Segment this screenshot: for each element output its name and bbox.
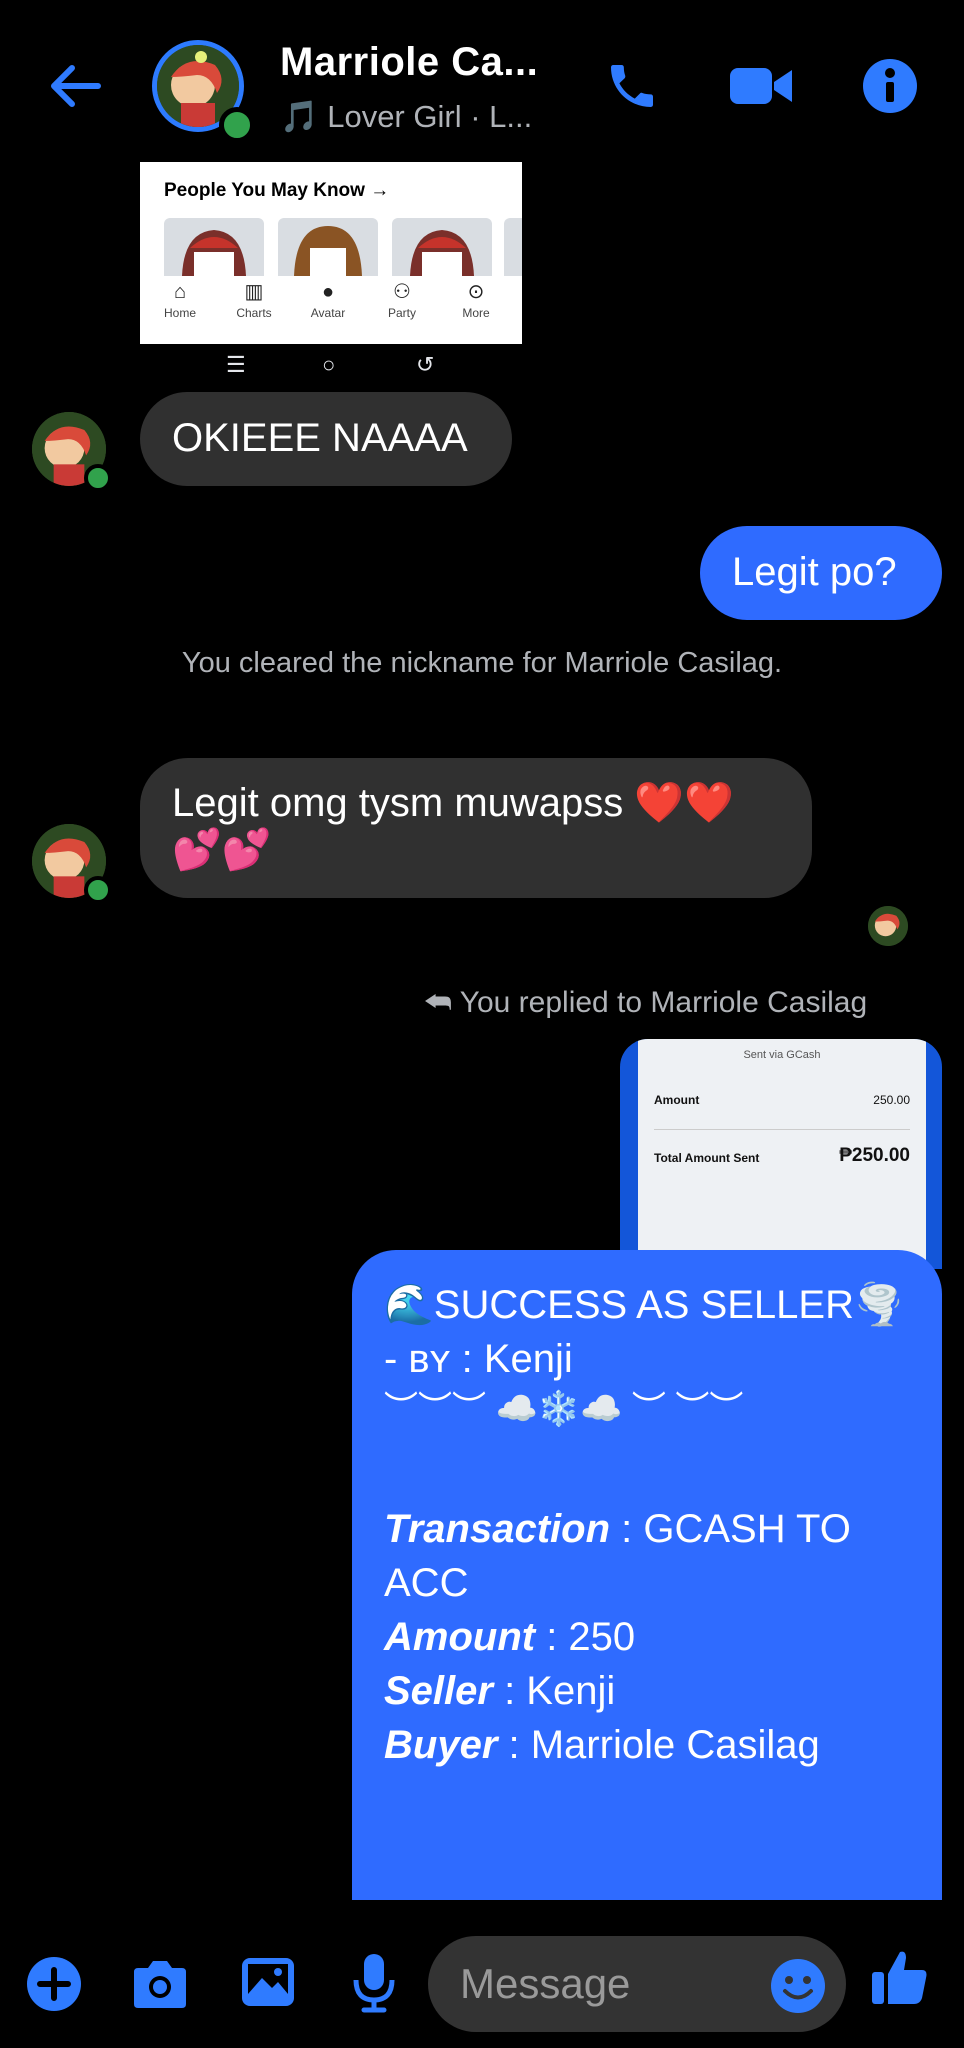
buyer-line: Buyer : Marriole Casilag bbox=[384, 1723, 820, 1767]
back-button[interactable] bbox=[46, 62, 104, 110]
receipt-total-value: ₱250.00 bbox=[839, 1145, 910, 1166]
avatar-icon: ● bbox=[321, 281, 335, 303]
receipt-total-label: Total Amount Sent bbox=[654, 1151, 760, 1165]
info-icon bbox=[863, 59, 917, 113]
charts-icon: ▥ bbox=[244, 281, 264, 303]
add-button[interactable] bbox=[26, 1956, 82, 2017]
camera-button[interactable] bbox=[130, 1958, 190, 2015]
plus-icon bbox=[27, 1957, 81, 2011]
image-icon bbox=[242, 1958, 294, 2006]
phone-icon bbox=[611, 65, 653, 107]
friend-avatar bbox=[392, 218, 492, 276]
shared-screenshot[interactable]: People You May Know → ⌂ Home ▥ Charts ● Ava… bbox=[140, 162, 522, 344]
party-icon: ⚇ bbox=[393, 281, 411, 303]
like-button[interactable] bbox=[870, 1946, 930, 2013]
seller-decoration: ︶︶︶ ☁️❄️☁️ ︶ ︶︶ bbox=[384, 1390, 744, 1428]
info-button[interactable] bbox=[862, 58, 918, 119]
video-call-button[interactable] bbox=[728, 62, 794, 115]
thumbs-up-icon bbox=[872, 1951, 927, 2004]
amount-line: Amount : 250 bbox=[384, 1615, 636, 1659]
microphone-icon bbox=[353, 1954, 395, 2013]
friend-avatar bbox=[278, 218, 378, 276]
gcash-receipt: Sent via GCash Amount 250.00 Total Amoun… bbox=[638, 1039, 926, 1269]
quoted-receipt-image[interactable]: Sent via GCash Amount 250.00 Total Amoun… bbox=[620, 1039, 942, 1269]
nav-charts[interactable]: ▥ Charts bbox=[224, 280, 284, 320]
message-bubble-outgoing[interactable]: Legit po? bbox=[700, 526, 942, 620]
receipt-amount-label: Amount bbox=[654, 1093, 700, 1107]
reply-indicator: ⮪ You replied to Marriole Casilag bbox=[424, 986, 868, 1019]
contact-status: 🎵 Lover Girl · L... bbox=[280, 99, 533, 134]
seller-headline: 🌊SUCCESS AS SELLER🌪️ bbox=[384, 1283, 904, 1327]
read-receipt-avatar bbox=[868, 906, 908, 946]
people-you-may-know-title: People You May Know → bbox=[164, 180, 390, 201]
nav-avatar[interactable]: ● Avatar bbox=[298, 280, 358, 320]
message-bubble-outgoing-seller[interactable]: 🌊SUCCESS AS SELLER🌪️ - ʙʏ : Kenji ︶︶︶ ☁️… bbox=[352, 1250, 942, 1900]
home-icon: ⌂ bbox=[173, 281, 187, 303]
voice-call-button[interactable] bbox=[604, 58, 660, 119]
nav-more[interactable]: ⊙ More bbox=[446, 280, 506, 320]
divider bbox=[654, 1129, 910, 1130]
home-circle-icon: ○ bbox=[322, 352, 336, 377]
arrow-left-icon bbox=[51, 65, 101, 107]
transaction-line: Transaction : GCASH TO ACC bbox=[384, 1507, 851, 1605]
emoji-button[interactable] bbox=[770, 1958, 826, 2019]
contact-name[interactable]: Marriole Ca... bbox=[280, 40, 538, 85]
seller-byline: - ʙʏ : Kenji bbox=[384, 1337, 573, 1381]
reply-arrow-icon: ⮪ bbox=[424, 986, 460, 1019]
friend-avatar bbox=[164, 218, 264, 276]
back-glyph-icon: ↺ bbox=[416, 352, 435, 377]
message-bubble-incoming[interactable]: OKIEEE NAAAA bbox=[140, 392, 512, 486]
online-status-dot bbox=[219, 107, 255, 143]
video-camera-icon bbox=[730, 68, 792, 104]
menu-lines-icon: ☰ bbox=[226, 352, 246, 377]
friend-avatar bbox=[504, 218, 522, 276]
nav-home[interactable]: ⌂ Home bbox=[150, 280, 210, 320]
camera-icon bbox=[134, 1961, 186, 2008]
voice-record-button[interactable] bbox=[352, 1952, 396, 2019]
message-bubble-incoming[interactable]: Legit omg tysm muwapss ❤️❤️💕💕 bbox=[140, 758, 812, 898]
seller-line: Seller : Kenji bbox=[384, 1669, 616, 1713]
more-icon: ⊙ bbox=[467, 281, 485, 303]
system-message: You cleared the nickname for Marriole Ca… bbox=[181, 647, 783, 679]
gallery-button[interactable] bbox=[240, 1956, 296, 2013]
receipt-header: Sent via GCash bbox=[743, 1049, 821, 1061]
online-status-dot bbox=[84, 464, 112, 492]
nav-party[interactable]: ⚇ Party bbox=[372, 280, 432, 320]
receipt-amount-value: 250.00 bbox=[873, 1093, 910, 1107]
online-status-dot bbox=[84, 876, 112, 904]
smiley-icon bbox=[771, 1959, 825, 2013]
